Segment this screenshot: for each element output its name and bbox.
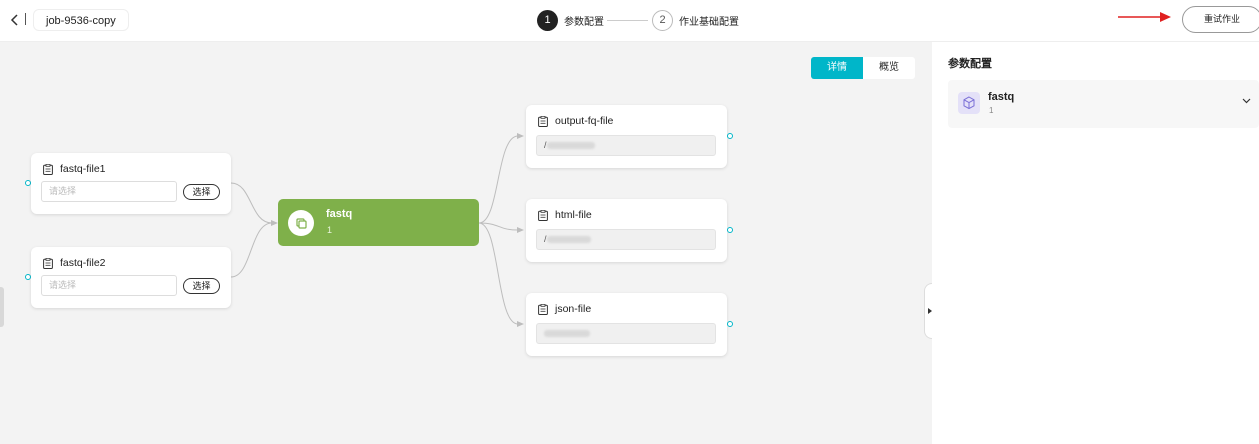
process-node-fastq[interactable]: fastq 1 — [278, 199, 479, 246]
node-title-text: output-fq-file — [555, 115, 614, 127]
document-icon — [43, 257, 53, 269]
step-2[interactable]: 2 作业基础配置 — [652, 9, 739, 31]
node-title-text: json-file — [555, 303, 592, 315]
node-title-text: fastq-file1 — [60, 163, 106, 175]
edge-input2-process — [230, 222, 273, 278]
input-node-fastq-file1[interactable]: fastq-file1 请选择 选择 — [31, 153, 231, 214]
redacted-value — [546, 142, 595, 150]
edge-arrowhead — [517, 227, 524, 233]
copy-icon-badge — [288, 210, 314, 236]
cube-icon-badge — [958, 92, 980, 114]
node-title: fastq-file1 — [43, 163, 106, 175]
process-node-subtitle: 1 — [327, 225, 333, 235]
card-subtitle: 1 — [989, 106, 994, 115]
output-path-field: / — [536, 229, 716, 250]
output-path-field — [536, 323, 716, 344]
file-select-input[interactable]: 请选择 — [41, 275, 177, 296]
document-icon — [43, 163, 53, 175]
chevron-left-icon[interactable] — [8, 12, 22, 28]
output-node-output-fq-file[interactable]: output-fq-file / — [526, 105, 727, 168]
arrow-right-icon — [1118, 12, 1171, 22]
input-node-fastq-file2[interactable]: fastq-file2 请选择 选择 — [31, 247, 231, 308]
retry-job-button[interactable]: 重试作业 — [1182, 6, 1259, 33]
parameter-card-fastq[interactable]: fastq 1 — [948, 80, 1259, 128]
parameter-panel: 参数配置 fastq 1 — [932, 42, 1259, 444]
output-port[interactable] — [727, 321, 733, 327]
step-2-label: 作业基础配置 — [679, 16, 739, 28]
document-icon — [538, 303, 548, 315]
tab-overview[interactable]: 概览 — [863, 57, 915, 79]
edge-process-output1 — [478, 135, 519, 224]
edge-process-output3 — [478, 222, 519, 325]
tab-detail[interactable]: 详情 — [811, 57, 863, 79]
edge-arrowhead — [271, 220, 278, 226]
output-path-field: / — [536, 135, 716, 156]
edge-arrowhead — [517, 321, 524, 327]
chevron-down-icon[interactable] — [1242, 98, 1251, 104]
step-1-number: 1 — [537, 9, 558, 31]
job-name: job-9536-copy — [33, 9, 129, 31]
step-1-label: 参数配置 — [564, 16, 604, 28]
node-title-text: fastq-file2 — [60, 257, 106, 269]
edge-input1-process — [230, 182, 273, 224]
select-file-button[interactable]: 选择 — [183, 278, 220, 294]
output-port[interactable] — [727, 133, 733, 139]
copy-icon — [296, 218, 307, 229]
node-title: output-fq-file — [538, 115, 613, 127]
node-title: json-file — [538, 303, 591, 315]
step-connector — [607, 20, 648, 21]
step-2-number: 2 — [652, 9, 673, 31]
document-icon — [538, 209, 548, 221]
file-select-input[interactable]: 请选择 — [41, 181, 177, 202]
document-icon — [538, 115, 548, 127]
output-port[interactable] — [727, 227, 733, 233]
card-title: fastq — [988, 91, 1015, 103]
workflow-canvas[interactable]: 详情 概览 fastq-file1 请选择 选择 fastq-file2 请选择… — [0, 42, 936, 444]
process-node-title: fastq — [326, 208, 353, 220]
node-title-text: html-file — [555, 209, 592, 221]
node-title: fastq-file2 — [43, 257, 106, 269]
step-1[interactable]: 1 参数配置 — [537, 9, 604, 31]
output-node-json-file[interactable]: json-file — [526, 293, 727, 356]
top-bar: job-9536-copy 1 参数配置 2 作业基础配置 重试作业 — [0, 0, 1259, 42]
redacted-value — [546, 236, 591, 244]
select-file-button[interactable]: 选择 — [183, 184, 220, 200]
view-toggle: 详情 概览 — [811, 57, 915, 79]
output-node-html-file[interactable]: html-file / — [526, 199, 727, 262]
left-panel-handle[interactable] — [0, 287, 4, 327]
divider — [25, 13, 26, 25]
edge-arrowhead — [517, 133, 524, 139]
cube-icon — [963, 96, 975, 110]
panel-title: 参数配置 — [948, 58, 992, 70]
redacted-value — [544, 330, 590, 338]
node-title: html-file — [538, 209, 592, 221]
